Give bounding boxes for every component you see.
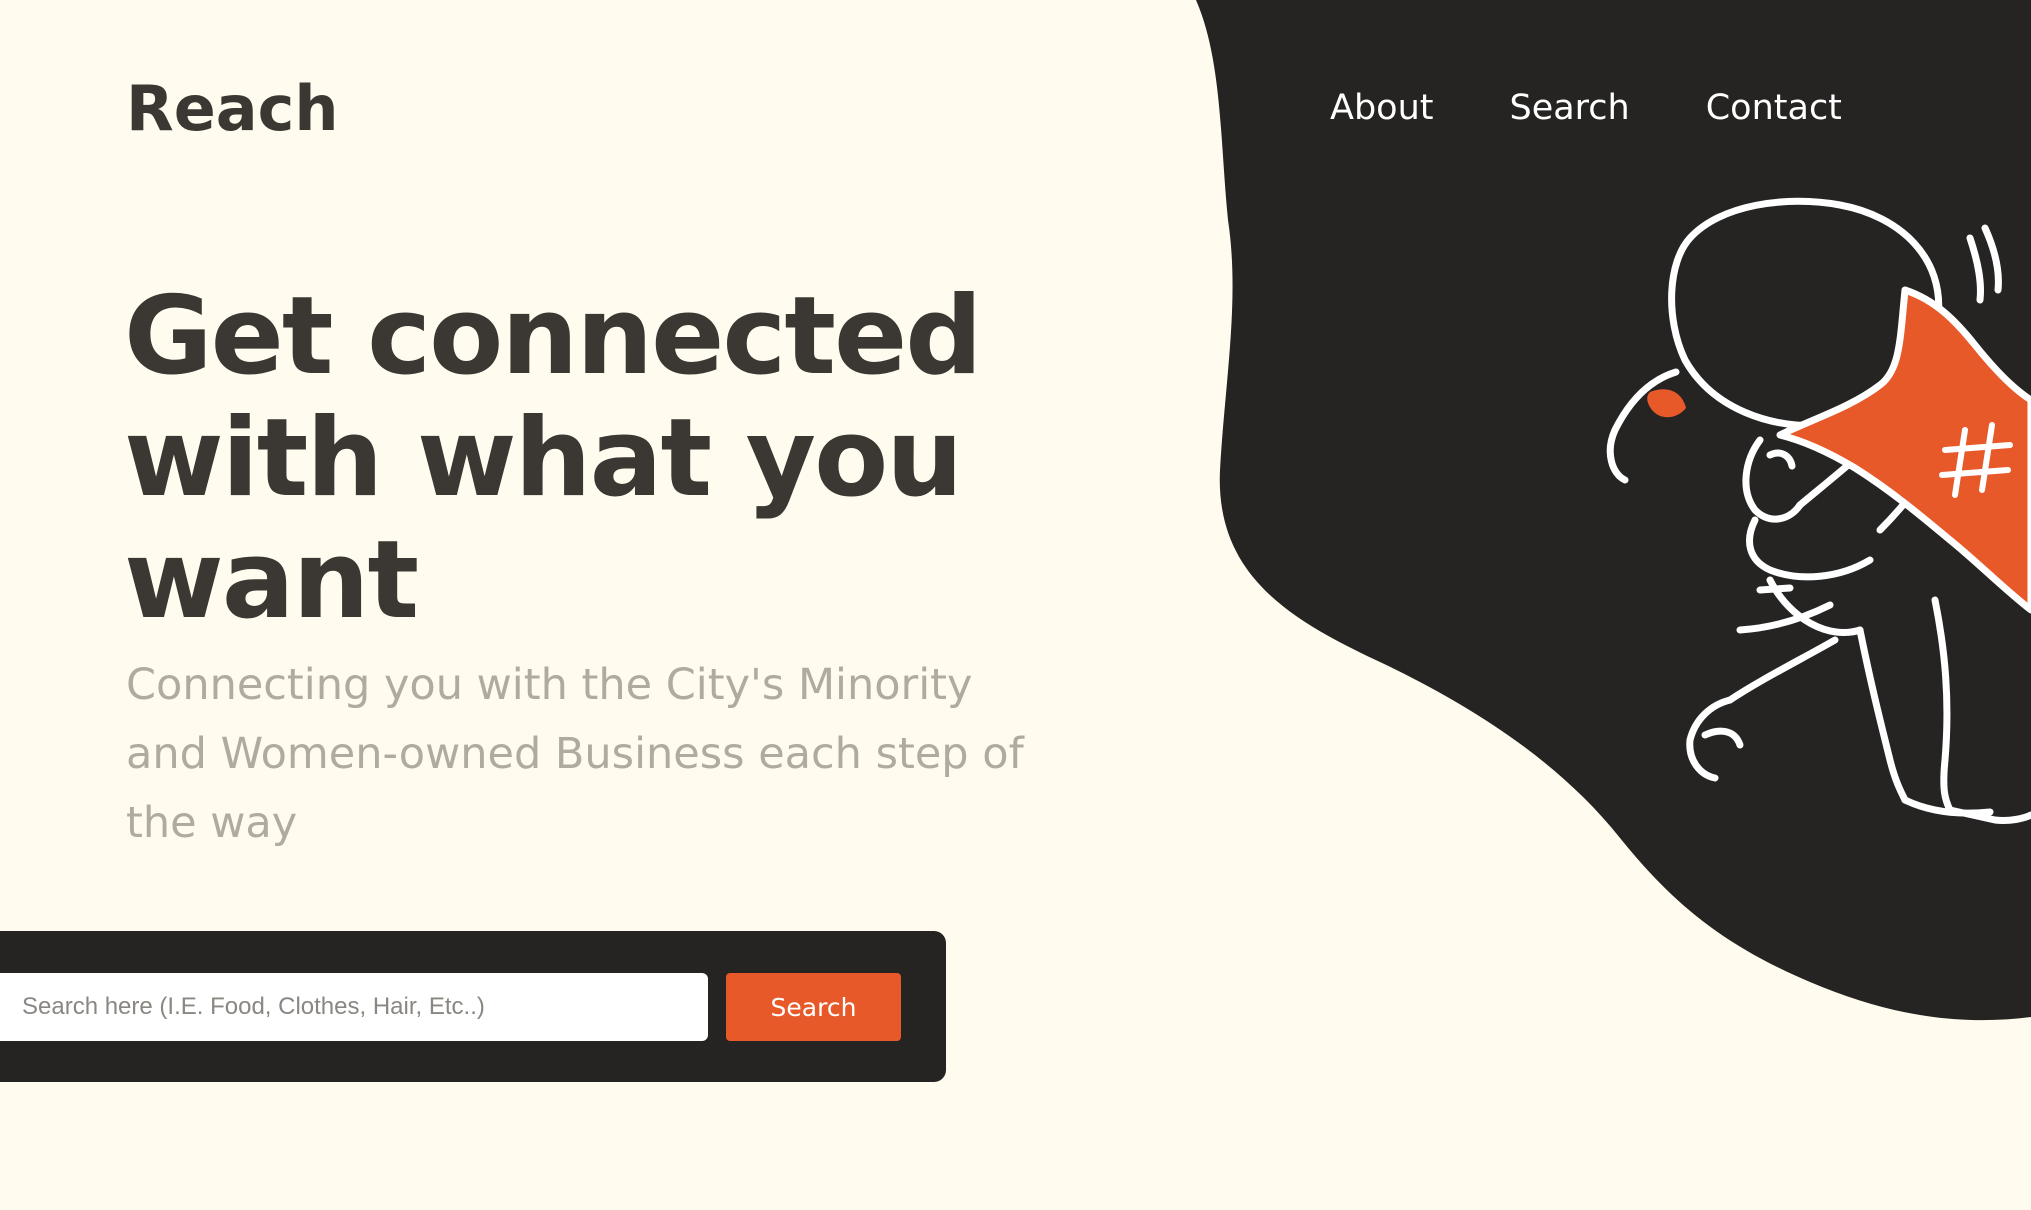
hero-subtitle: Connecting you with the City's Minority …: [126, 660, 1024, 848]
main-nav: About Search Contact: [1330, 88, 1842, 128]
search-bar: Search: [0, 931, 946, 1082]
search-input[interactable]: [0, 973, 708, 1041]
hero-headline: Get connected with what you want: [124, 274, 983, 643]
person-with-flag-illustration: [1606, 197, 2031, 824]
hashtag-flag-illustration: [1647, 286, 2031, 614]
search-button[interactable]: Search: [726, 973, 901, 1041]
nav-link-search[interactable]: Search: [1509, 88, 1629, 128]
brand-logo[interactable]: Reach: [126, 72, 339, 145]
nav-link-about[interactable]: About: [1330, 88, 1433, 128]
nav-link-contact[interactable]: Contact: [1706, 88, 1842, 128]
